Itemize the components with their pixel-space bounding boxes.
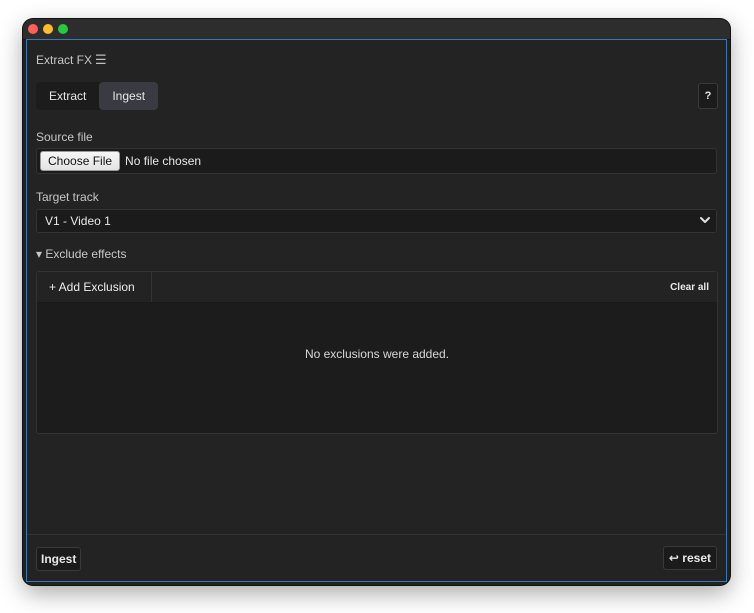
- window-titlebar[interactable]: [23, 19, 730, 40]
- hamburger-menu-icon[interactable]: ☰: [95, 52, 107, 68]
- app-title: Extract FX: [36, 53, 93, 67]
- exclude-effects-toggle[interactable]: ▾ Exclude effects: [36, 247, 127, 261]
- target-track-value: V1 - Video 1: [45, 214, 111, 228]
- file-status-text: No file chosen: [125, 154, 202, 168]
- tab-ingest[interactable]: Ingest: [99, 82, 159, 110]
- choose-file-button[interactable]: Choose File: [40, 151, 121, 171]
- close-window-icon[interactable]: [28, 24, 38, 34]
- target-track-select[interactable]: V1 - Video 1: [36, 209, 717, 233]
- chevron-down-icon: [700, 217, 710, 223]
- add-exclusion-button[interactable]: + Add Exclusion: [37, 272, 152, 302]
- help-button[interactable]: ?: [698, 83, 718, 109]
- source-file-label: Source file: [36, 130, 93, 144]
- empty-exclusions-message: No exclusions were added.: [304, 347, 450, 361]
- footer-bar: Ingest ↩ reset: [27, 534, 726, 581]
- app-window: Extract FX ☰ Extract Ingest ? Source fil…: [23, 19, 730, 585]
- clear-all-button[interactable]: Clear all: [670, 282, 709, 293]
- source-file-input[interactable]: Choose File No file chosen: [36, 148, 717, 174]
- mode-tabs: Extract Ingest: [36, 82, 159, 110]
- minimize-window-icon[interactable]: [43, 24, 53, 34]
- exclusions-panel: + Add Exclusion Clear all No exclusions …: [36, 271, 718, 434]
- reset-button[interactable]: ↩ reset: [662, 546, 717, 570]
- extension-panel: Extract FX ☰ Extract Ingest ? Source fil…: [26, 39, 727, 582]
- ingest-button[interactable]: Ingest: [36, 547, 82, 571]
- maximize-window-icon[interactable]: [58, 24, 68, 34]
- tab-extract[interactable]: Extract: [36, 82, 99, 110]
- exclusions-header: + Add Exclusion Clear all: [37, 272, 717, 303]
- target-track-label: Target track: [36, 190, 99, 204]
